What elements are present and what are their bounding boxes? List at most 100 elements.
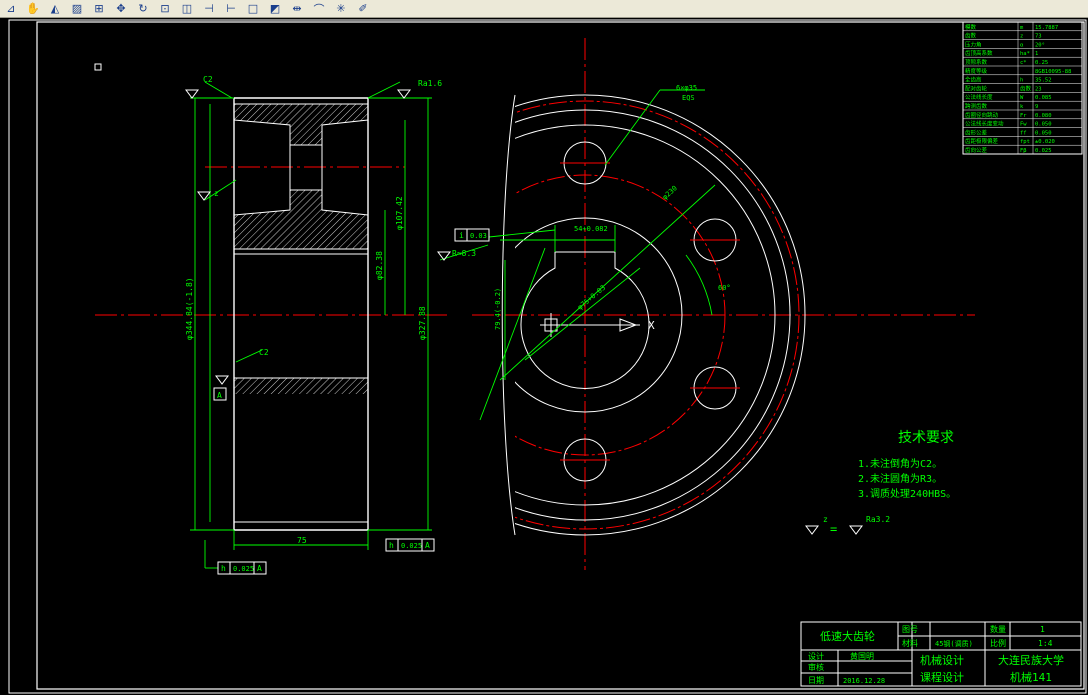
param-cell-r11-c1: Fw	[1020, 122, 1027, 128]
param-cell-r5-c2: 8GB10095-88	[1035, 69, 1071, 75]
param-cell-r12-c1: ff	[1020, 130, 1027, 136]
param-cell-r0-c2: 15.7887	[1035, 25, 1058, 31]
dim-key-depth-label: 79.4(-0.2)	[494, 288, 502, 330]
ucs-x-label: X	[648, 319, 655, 332]
param-cell-r14-c1: Fβ	[1020, 148, 1027, 154]
dim-diam-right-label: φ327.88	[418, 306, 427, 340]
join-icon[interactable]: ⇹	[286, 0, 308, 17]
dim-holes-label: 6×φ35	[676, 84, 697, 92]
roughness-top-label: Ra1.6	[418, 79, 442, 88]
hatch-hub-bottom	[234, 378, 368, 394]
part-name: 低速大齿轮	[820, 629, 875, 643]
param-cell-r6-c1: h	[1020, 78, 1023, 84]
extend-icon[interactable]: ⊢	[220, 0, 242, 17]
tol-circ-symbol: i	[459, 231, 464, 240]
tech-req-title: 技术要求	[898, 430, 954, 446]
param-cell-r6-c2: 35.52	[1035, 78, 1052, 84]
stretch-icon[interactable]: ◫	[176, 0, 198, 17]
param-cell-r7-c1: 齿数	[1020, 84, 1032, 92]
material-label: 材料	[902, 638, 918, 648]
rotate-icon[interactable]: ↻	[132, 0, 154, 17]
course-name-2: 课程设计	[920, 671, 964, 684]
param-cell-r7-c2: 23	[1035, 86, 1042, 92]
cad-toolbar: ⊿ ✋ ◭ ▨ ⊞ ✥ ↻ ⊡ ◫ ⊣ ⊢ □ ◩ ⇹ ⌒ ✳ ✐	[0, 0, 1088, 18]
dim-holes-eq-label: EQS	[682, 94, 695, 102]
datum-label: A	[217, 391, 222, 400]
canvas-background	[0, 18, 1088, 695]
tol-right-datum: A	[425, 541, 430, 550]
dim-hub1-label: φ107.42	[395, 196, 404, 230]
dim-key-label: 54+0.082	[574, 225, 608, 233]
param-cell-r4-c2: 0.25	[1035, 60, 1048, 66]
param-cell-r0-c0: 模数	[965, 23, 977, 31]
pan-icon[interactable]: ✋	[22, 0, 44, 17]
designer-value: 黄国明	[850, 651, 874, 661]
quantity-value: 1	[1040, 625, 1045, 634]
date-label: 日期	[808, 676, 824, 685]
mirror-text-icon[interactable]: ◭	[44, 0, 66, 17]
param-cell-r12-c0: 齿形公差	[965, 128, 988, 136]
chamfer-c2-top-label: C2	[203, 75, 213, 84]
roughness-eq-sign: =	[830, 522, 837, 536]
dim-hub2-label: φ82.38	[375, 251, 384, 280]
roughness-eq-right-label: Ra3.2	[866, 515, 890, 524]
course-name: 机械设计	[920, 653, 964, 667]
tol-right-symbol: h	[389, 541, 394, 550]
tol-bottom-symbol: h	[221, 564, 226, 573]
class-name: 机械141	[1010, 670, 1052, 684]
param-cell-r5-c0: 精度等级	[965, 67, 988, 75]
break-icon[interactable]: □	[242, 0, 264, 17]
tech-req-item-1: 1.未注倒角为C2。	[858, 457, 942, 470]
param-cell-r13-c0: 齿距极限偏差	[965, 137, 999, 145]
param-cell-r11-c0: 公法线长度变动	[965, 120, 1004, 128]
param-cell-r9-c2: 9	[1035, 104, 1038, 110]
tol-right-value: 0.025	[401, 542, 422, 550]
param-cell-r10-c2: 0.080	[1035, 113, 1052, 119]
material-value: 45钢(调质)	[935, 639, 973, 648]
grid-icon[interactable]: ⊞	[88, 0, 110, 17]
param-cell-r12-c2: 0.050	[1035, 130, 1052, 136]
roughness-eq-left-label: z	[823, 515, 828, 524]
param-cell-r13-c2: ±0.020	[1035, 139, 1055, 145]
param-cell-r1-c1: z	[1020, 34, 1023, 40]
designer-label: 设计	[808, 651, 824, 661]
param-cell-r10-c1: Fr	[1020, 113, 1027, 119]
tol-bottom-datum: A	[257, 564, 262, 573]
param-cell-r3-c2: 1	[1035, 51, 1038, 57]
fillet-note-label: R≈8.3	[452, 249, 476, 258]
tol-bottom-value: 0.025	[233, 565, 254, 573]
tech-req-item-2: 2.未注圆角为R3。	[858, 472, 942, 485]
tol-circ-value: 0.03	[470, 232, 487, 240]
param-cell-r9-c0: 跨测齿数	[965, 102, 988, 110]
scale-value: 1:4	[1038, 639, 1053, 648]
scale-icon[interactable]: ⊡	[154, 0, 176, 17]
param-cell-r8-c0: 公法线长度	[965, 93, 993, 101]
param-cell-r6-c0: 全齿高	[965, 76, 982, 84]
param-cell-r7-c0: 配对齿轮	[965, 84, 988, 92]
move-icon[interactable]: ✥	[110, 0, 132, 17]
param-cell-r11-c2: 0.050	[1035, 122, 1052, 128]
param-cell-r4-c1: c*	[1020, 60, 1027, 66]
param-cell-r14-c2: 0.025	[1035, 148, 1052, 154]
fillet-icon[interactable]: ⌒	[308, 0, 330, 17]
quantity-label: 数量	[990, 624, 1006, 634]
param-cell-r10-c0: 齿圈径向跳动	[965, 111, 999, 119]
school-name: 大连民族大学	[998, 653, 1064, 667]
reviewer-label: 审核	[808, 662, 824, 672]
mirror-icon[interactable]: ⊿	[0, 0, 22, 17]
param-cell-r13-c1: fpt	[1020, 139, 1030, 145]
erase-icon[interactable]: ✐	[352, 0, 374, 17]
chamfer-c2-mid-label: C2	[259, 348, 269, 357]
scale-label: 比例	[990, 638, 1006, 648]
param-cell-r3-c0: 齿顶高系数	[965, 49, 993, 57]
dim-width-label: 75	[297, 536, 307, 545]
explode-icon[interactable]: ✳	[330, 0, 352, 17]
trim-icon[interactable]: ⊣	[198, 0, 220, 17]
chamfer-icon[interactable]: ◩	[264, 0, 286, 17]
tech-req-item-3: 3.调质处理240HBS。	[858, 488, 956, 500]
date-value: 2016.12.28	[843, 677, 885, 685]
roughness-z-label: z	[214, 189, 219, 198]
param-cell-r8-c2: 0.085	[1035, 95, 1052, 101]
cad-drawing-canvas[interactable]: A C2 Ra1.6 z C2 75 φ344.84(-1.8) φ327.88…	[0, 18, 1088, 695]
hatch-icon[interactable]: ▨	[66, 0, 88, 17]
